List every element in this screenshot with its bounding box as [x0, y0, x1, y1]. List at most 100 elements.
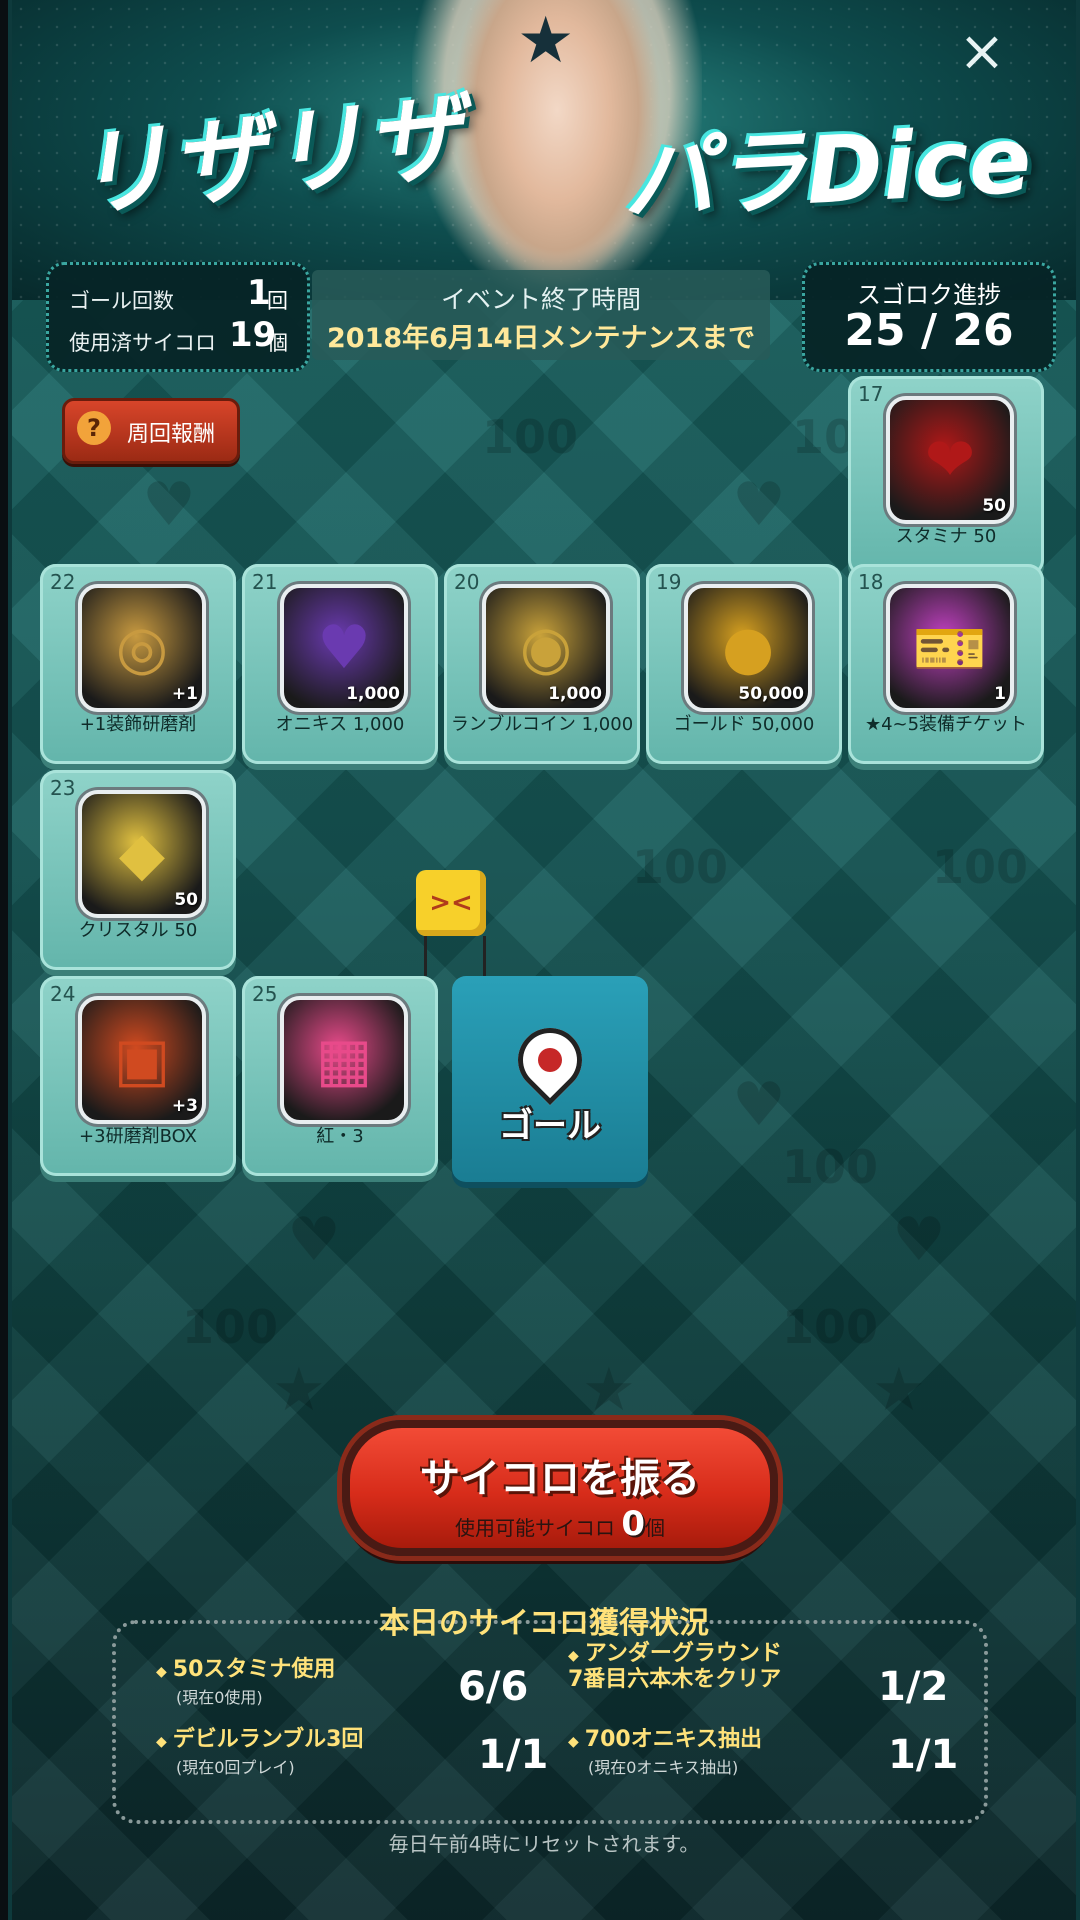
tile-label: オニキス 1,000 [275, 714, 405, 735]
dice-character-icon: >< [416, 870, 486, 936]
tile-badge: 1,000 [548, 684, 602, 704]
bg-heart-mark: ♥ [287, 1205, 341, 1275]
goal-tile: ゴール [452, 976, 648, 1182]
close-icon[interactable]: × [952, 22, 1012, 82]
daily-item: 700オニキス抽出 (現在0オニキス抽出) [568, 1728, 762, 1778]
board-tile: 20 ◉ 1,000 ランブルコイン 1,000 [444, 564, 640, 764]
daily-item-value: 1/2 [878, 1664, 949, 1710]
daily-item-title: デビルランブル3回 [156, 1728, 364, 1754]
tile-label: ランブルコイン 1,000 [450, 714, 634, 735]
gold-coins-icon: ● 50,000 [684, 584, 812, 712]
tile-badge: +3 [171, 1096, 198, 1116]
available-dice: 使用可能サイコロ 0個 [350, 1504, 770, 1544]
tile-number: 18 [858, 570, 884, 594]
tile-number: 22 [50, 570, 76, 594]
event-title: イベント終了時間 [440, 285, 641, 314]
tile-number: 23 [50, 776, 76, 800]
bg-100-mark: 100 [182, 1300, 279, 1354]
bg-star-mark: ★ [582, 1355, 636, 1425]
progress-panel: スゴロク進捗 25 / 26 [802, 262, 1056, 372]
rumble-coin-icon: ◉ 1,000 [482, 584, 610, 712]
daily-item: アンダーグラウンド 7番目六本木をクリア [568, 1642, 782, 1692]
goal-label: ゴール [499, 1106, 601, 1146]
dice-character-legs [424, 936, 486, 976]
goal-count-unit: 回 [267, 289, 288, 313]
daily-item-title: アンダーグラウンド 7番目六本木をクリア [568, 1642, 782, 1692]
tile-label: +1装飾研磨剤 [79, 714, 197, 735]
available-dice-unit: 個 [645, 1516, 666, 1540]
tile-number: 25 [252, 982, 278, 1006]
lap-reward-label: 周回報酬 [127, 422, 216, 447]
available-dice-label: 使用可能サイコロ [454, 1516, 615, 1540]
daily-item-value: 1/1 [478, 1732, 549, 1778]
daily-item-sub: (現在0オニキス抽出) [588, 1758, 739, 1777]
box-icon: ▣ +3 [78, 996, 206, 1124]
roll-dice-label: サイコロを振る [420, 1456, 700, 1502]
game-screen: 100 100 100 100 100 100 100 100 ♥ ♥ ♥ ♥ … [8, 0, 1080, 1920]
tile-number: 21 [252, 570, 278, 594]
bg-heart-mark: ♥ [732, 470, 786, 540]
event-date: 2018年6月14日メンテナンスまで [327, 323, 755, 354]
tile-badge: +1 [171, 684, 198, 704]
polish-icon: ◎ +1 [78, 584, 206, 712]
header-banner: ★ リザリザ パラDice [12, 0, 1076, 300]
bg-heart-mark: ♥ [892, 1205, 946, 1275]
tile-number: 19 [656, 570, 682, 594]
daily-item: 50スタミナ使用 (現在0使用) [156, 1658, 336, 1708]
tile-label: ゴールド 50,000 [673, 714, 815, 735]
bg-heart-mark: ♥ [732, 1070, 786, 1140]
tile-badge: 1 [994, 684, 1006, 704]
question-icon: ? [77, 411, 111, 445]
available-dice-value: 0 [621, 1504, 646, 1544]
daily-item-title: 50スタミナ使用 [156, 1658, 336, 1684]
board-tile: 24 ▣ +3 +3研磨剤BOX [40, 976, 236, 1176]
bg-100-mark: 100 [782, 1300, 879, 1354]
tile-label: クリスタル 50 [78, 920, 198, 941]
board-tile: 22 ◎ +1 +1装飾研磨剤 [40, 564, 236, 764]
bg-heart-mark: ♥ [142, 470, 196, 540]
board-tile: 18 🎫 1 ★4~5装備チケット [848, 564, 1044, 764]
bg-star-mark: ★ [272, 1355, 326, 1425]
board-tile: 19 ● 50,000 ゴールド 50,000 [646, 564, 842, 764]
reset-note: 毎日午前4時にリセットされます。 [388, 1832, 700, 1856]
used-dice-label: 使用済サイコロ [69, 331, 216, 355]
daily-item-sub: (現在0使用) [176, 1688, 263, 1707]
daily-status-panel: 50スタミナ使用 (現在0使用) 6/6 アンダーグラウンド 7番目六本木をクリ… [112, 1620, 988, 1824]
bg-star-mark: ★ [872, 1355, 926, 1425]
board-tile: 21 ♥ 1,000 オニキス 1,000 [242, 564, 438, 764]
tile-number: 17 [858, 382, 884, 406]
bg-100-mark: 100 [482, 410, 579, 464]
star-headband-icon: ★ [517, 4, 575, 78]
used-dice-unit: 個 [267, 331, 288, 355]
tile-badge: 50,000 [738, 684, 804, 704]
tile-number: 20 [454, 570, 480, 594]
tile-badge: 1,000 [346, 684, 400, 704]
map-pin-icon [504, 1014, 596, 1106]
heart-icon: ❤ 50 [886, 396, 1014, 524]
tile-badge: 50 [982, 496, 1006, 516]
progress-value: 25 / 26 [844, 305, 1014, 356]
tile-label: ★4~5装備チケット [864, 714, 1028, 735]
board-tile: 23 ◆ 50 クリスタル 50 [40, 770, 236, 970]
goal-count-label: ゴール回数 [69, 289, 174, 313]
event-panel: イベント終了時間 2018年6月14日メンテナンスまで [312, 270, 770, 360]
daily-item-value: 6/6 [458, 1664, 529, 1710]
logo-right: パラDice [619, 106, 1034, 235]
roll-dice-button[interactable]: サイコロを振る 使用可能サイコロ 0個 [342, 1420, 778, 1556]
onyx-icon: ♥ 1,000 [280, 584, 408, 712]
stats-panel: ゴール回数 1 回 使用済サイコロ 19 個 [46, 262, 310, 372]
lap-reward-button[interactable]: ? 周回報酬 [62, 398, 240, 464]
daily-item-value: 1/1 [888, 1732, 959, 1778]
board-tile: 25 ▦ 紅・3 [242, 976, 438, 1176]
tile-label: スタミナ 50 [895, 526, 997, 547]
daily-item: デビルランブル3回 (現在0回プレイ) [156, 1728, 364, 1778]
bg-100-mark: 100 [932, 840, 1029, 894]
daily-status-title: 本日のサイコロ獲得状況 [379, 1606, 709, 1641]
bg-100-mark: 100 [782, 1140, 879, 1194]
tile-label: 紅・3 [316, 1126, 364, 1147]
daily-item-sub: (現在0回プレイ) [176, 1758, 295, 1777]
cube-creature-icon: ▦ [280, 996, 408, 1124]
tile-badge: 50 [174, 890, 198, 910]
daily-item-title: 700オニキス抽出 [568, 1728, 762, 1754]
crystal-icon: ◆ 50 [78, 790, 206, 918]
